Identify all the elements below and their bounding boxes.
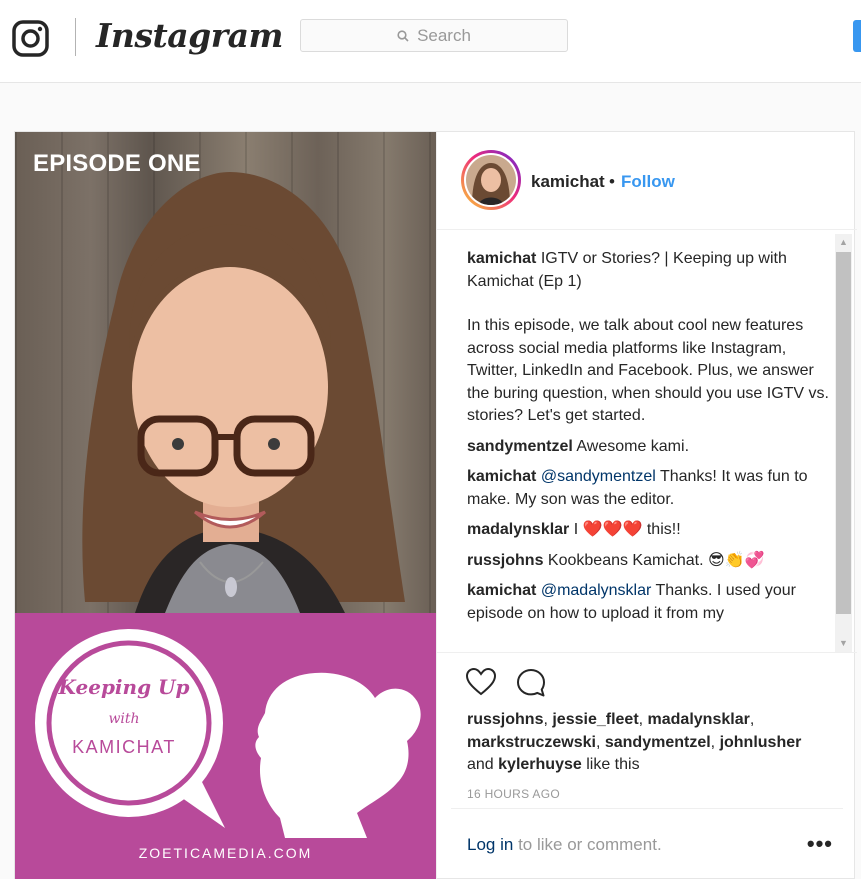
scroll-up-icon[interactable]: ▲ [835,234,852,251]
comment-username[interactable]: kamichat [467,582,536,599]
liker-username[interactable]: russjohns [467,711,543,728]
post-timestamp[interactable]: 16 HOURS AGO [467,787,560,801]
search-icon [397,29,409,42]
add-comment-section: Log in to like or comment. ••• [451,808,843,879]
comment-item: kamichat @sandymentzel Thanks! It was fu… [467,466,837,511]
heart-icon[interactable] [465,667,497,697]
login-link[interactable]: Log in [467,835,513,854]
comment-mention[interactable]: @madalynsklar [541,582,652,599]
login-prompt-text: to like or comment. [518,835,662,854]
more-icon[interactable]: ••• [807,831,833,857]
instagram-wordmark[interactable]: Instagram [96,16,283,55]
comment-text: Awesome kami. [576,437,690,455]
post-header: kamichat • Follow [437,132,857,230]
comment-text: Kookbeans Kamichat. [547,551,704,569]
likes-suffix: like this [586,756,640,773]
liker-username[interactable]: madalynsklar [648,711,750,728]
post-actions: russjohns, jessie_fleet, madalynsklar, m… [437,652,857,832]
scroll-down-icon[interactable]: ▼ [835,635,852,652]
post-author-username[interactable]: kamichat [531,172,605,192]
liker-username[interactable]: markstruczewski [467,734,596,751]
logo-divider [75,18,76,56]
offscreen-action-button[interactable] [853,20,861,52]
caption: kamichat IGTV or Stories? | Keeping up w… [467,248,837,428]
comments-scrollbar[interactable]: ▲ ▼ [835,234,852,652]
comment-item: madalynsklar I ❤️❤️❤️ this!! [467,519,837,542]
avatar[interactable] [461,150,521,210]
search-placeholder: Search [417,25,471,45]
avatar-image [466,155,516,205]
host-portrait-image [82,172,405,613]
likes-and: and [467,756,494,773]
login-prompt: Log in to like or comment. [467,835,662,855]
heart-emoji: ❤️❤️❤️ [582,521,643,538]
likes-summary: russjohns, jessie_fleet, madalynsklar, m… [467,711,802,773]
search-input[interactable]: Search [300,19,568,52]
post-card: EPISODE ONE Keeping Up with KAMICHAT ZOE… [14,131,857,879]
post-sidebar: kamichat • Follow kamichat IGTV or Stori… [436,132,857,879]
comment-item: sandymentzel Awesome kami. [467,436,837,459]
separator-dot: • [609,172,615,191]
episode-photo: EPISODE ONE [15,132,436,613]
comments-panel[interactable]: kamichat IGTV or Stories? | Keeping up w… [437,230,857,652]
liker-username[interactable]: jessie_fleet [552,711,638,728]
comment-username[interactable]: kamichat [467,468,536,485]
comment-username[interactable]: russjohns [467,552,543,569]
caption-body: In this episode, we talk about cool new … [467,317,829,424]
liker-username[interactable]: kylerhuyse [498,756,582,773]
episode-label: EPISODE ONE [33,150,201,177]
scrollbar-thumb[interactable] [836,252,851,614]
top-navigation-bar: Instagram Search [0,0,861,83]
comment-mention[interactable]: @sandymentzel [541,468,656,485]
promo-website: ZOETICAMEDIA.COM [138,845,313,861]
comment-text: this!! [646,521,681,538]
liker-username[interactable]: sandymentzel [605,734,711,751]
promo-banner: Keeping Up with KAMICHAT ZOETICAMEDIA.CO… [15,613,436,879]
girl-silhouette-graphic [255,672,421,838]
comment-username[interactable]: madalynsklar [467,521,569,538]
follow-button[interactable]: Follow [621,172,675,192]
liker-username[interactable]: johnlusher [720,734,802,751]
comment-item: kamichat @madalynsklar Thanks. I used yo… [467,580,837,625]
post-media: EPISODE ONE Keeping Up with KAMICHAT ZOE… [15,132,436,879]
comment-item: russjohns Kookbeans Kamichat. 😎👏💞 [467,550,837,573]
reaction-emoji: 😎👏💞 [708,551,765,569]
caption-username[interactable]: kamichat [467,250,536,267]
comment-prefix: I [573,521,579,538]
comment-username[interactable]: sandymentzel [467,438,573,455]
instagram-glyph-icon[interactable] [12,20,49,57]
comment-icon[interactable] [515,667,547,699]
